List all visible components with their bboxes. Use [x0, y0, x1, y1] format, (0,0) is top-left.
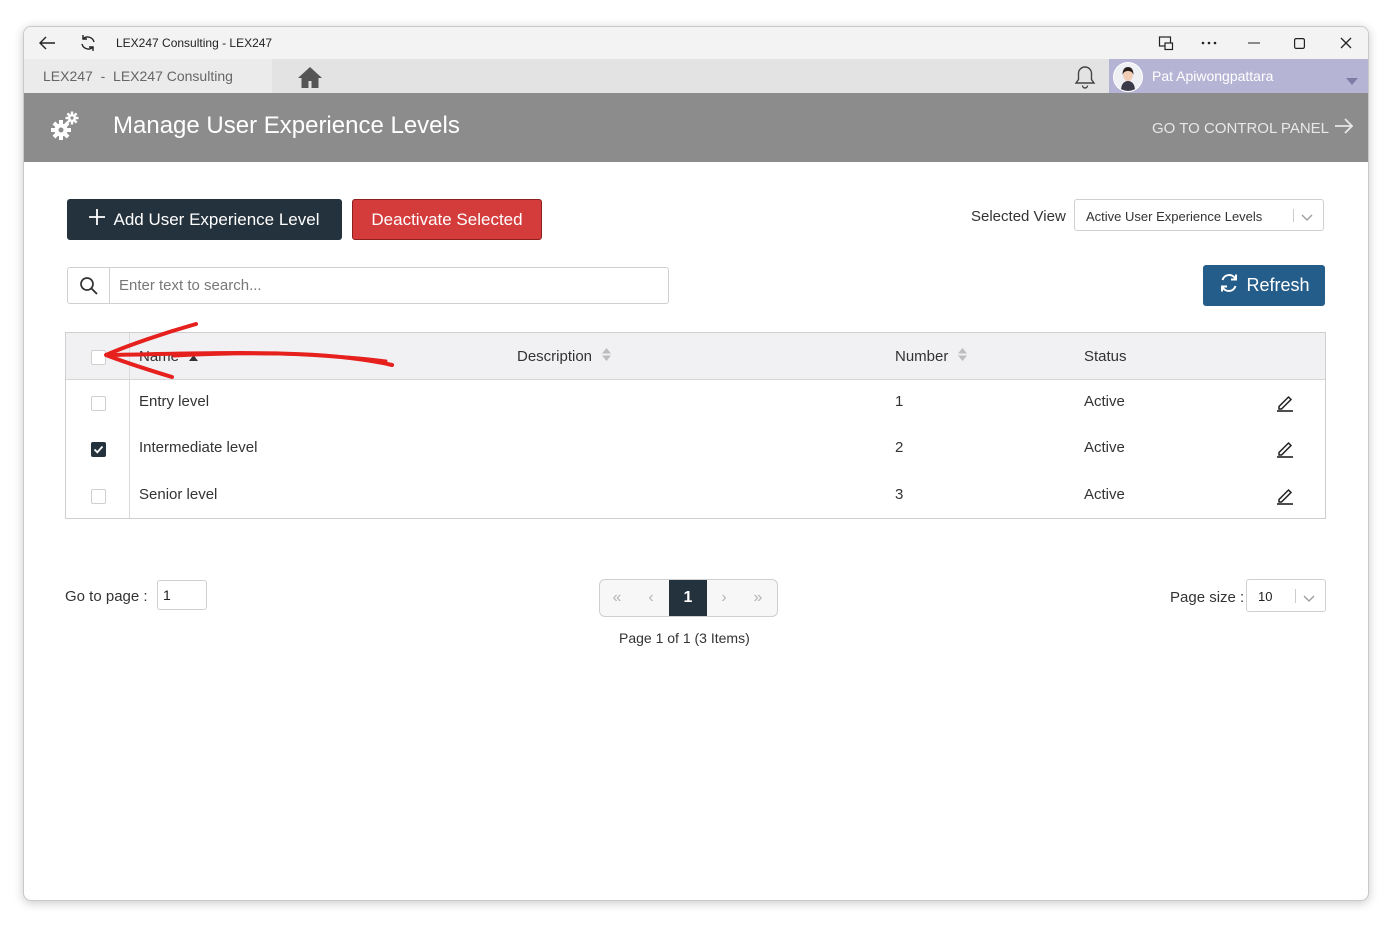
avatar[interactable]	[1113, 62, 1143, 92]
refresh-icon[interactable]	[77, 33, 99, 53]
close-icon[interactable]	[1335, 33, 1357, 53]
page-header: Manage User Experience Levels GO TO CONT…	[24, 93, 1368, 162]
search-box	[67, 267, 669, 304]
title-bar: LEX247 Consulting - LEX247	[24, 27, 1368, 59]
window-title: LEX247 Consulting - LEX247	[116, 36, 273, 50]
more-icon[interactable]	[1198, 33, 1220, 53]
row-checkbox[interactable]	[91, 489, 106, 504]
arrow-right-icon	[1334, 117, 1354, 139]
cell-status: Active	[1084, 393, 1125, 410]
minimize-icon[interactable]	[1243, 33, 1265, 53]
last-page-icon[interactable]: »	[741, 580, 775, 616]
deactivate-selected-button[interactable]: Deactivate Selected	[352, 199, 542, 240]
column-description-label: Description	[517, 348, 593, 365]
control-panel-label: GO TO CONTROL PANEL	[1152, 119, 1329, 137]
column-header-description[interactable]: Description	[517, 348, 612, 365]
column-status-label: Status	[1084, 348, 1127, 365]
selected-view-select[interactable]: Active User Experience Levels	[1074, 199, 1324, 231]
select-all-checkbox[interactable]	[91, 350, 106, 365]
plus-icon	[89, 209, 106, 230]
column-header-number[interactable]: Number	[895, 348, 968, 365]
user-menu[interactable]: Pat Apiwongpattara	[1109, 59, 1368, 93]
gears-icon	[50, 110, 80, 147]
caret-down-icon[interactable]	[1346, 72, 1358, 90]
search-input[interactable]	[110, 268, 666, 303]
back-arrow-icon[interactable]	[36, 33, 58, 53]
page-size-select[interactable]: 10	[1246, 579, 1326, 612]
refresh-button[interactable]: Refresh	[1203, 265, 1325, 306]
column-header-status[interactable]: Status	[1084, 348, 1127, 365]
next-page-icon[interactable]: ›	[707, 580, 741, 616]
chevron-down-icon	[1301, 210, 1313, 225]
refresh-button-label: Refresh	[1246, 275, 1310, 295]
bell-icon[interactable]	[1073, 64, 1097, 95]
maximize-icon[interactable]	[1288, 33, 1310, 53]
page-size-label: Page size :	[1170, 589, 1245, 606]
row-checkbox[interactable]	[91, 442, 106, 457]
edit-pencil-icon[interactable]	[1275, 392, 1295, 417]
app-bar: LEX247 - LEX247 Consulting Pat Apiwongpa…	[24, 59, 1368, 93]
cell-number: 2	[895, 439, 904, 456]
first-page-icon[interactable]: «	[600, 580, 634, 616]
chevron-down-icon	[1303, 591, 1315, 606]
table-row[interactable]: Senior level 3 Active	[66, 473, 1325, 519]
breadcrumb[interactable]: LEX247 - LEX247 Consulting	[24, 59, 272, 93]
browser-window: LEX247 Consulting - LEX247 LEX247 - LEX2…	[23, 26, 1369, 901]
table-header: Name Description Number Status	[66, 333, 1325, 380]
selected-view-label: Selected View	[971, 208, 1066, 225]
add-user-experience-level-button[interactable]: Add User Experience Level	[67, 199, 342, 240]
column-header-name[interactable]: Name	[139, 348, 199, 365]
refresh-icon	[1218, 272, 1240, 299]
search-icon	[68, 268, 110, 303]
add-button-label: Add User Experience Level	[113, 209, 320, 229]
pagination: « ‹ 1 › »	[599, 579, 778, 617]
levels-table: Name Description Number Status Entry lev…	[65, 332, 1326, 519]
go-to-page-label: Go to page :	[65, 588, 148, 605]
page-button-current[interactable]: 1	[669, 580, 707, 616]
cell-number: 1	[895, 393, 904, 410]
select-divider	[1295, 589, 1296, 603]
prev-page-icon[interactable]: ‹	[634, 580, 668, 616]
row-checkbox[interactable]	[91, 396, 106, 411]
cell-status: Active	[1084, 439, 1125, 456]
sort-asc-icon	[189, 348, 199, 365]
go-to-page-input[interactable]: 1	[157, 580, 207, 610]
select-divider	[1293, 209, 1294, 222]
selected-view-value: Active User Experience Levels	[1086, 209, 1263, 224]
column-number-label: Number	[895, 348, 949, 365]
cell-name: Senior level	[139, 486, 218, 503]
table-row[interactable]: Intermediate level 2 Active	[66, 426, 1325, 472]
page-title: Manage User Experience Levels	[113, 112, 460, 139]
table-row[interactable]: Entry level 1 Active	[66, 380, 1325, 426]
cell-name: Entry level	[139, 393, 210, 410]
sort-icon	[958, 348, 968, 365]
cell-name: Intermediate level	[139, 439, 258, 456]
page-size-value: 10	[1258, 589, 1273, 604]
edit-pencil-icon[interactable]	[1275, 485, 1295, 510]
edit-pencil-icon[interactable]	[1275, 438, 1295, 463]
column-name-label: Name	[139, 348, 180, 365]
home-icon[interactable]	[296, 64, 324, 90]
cast-icon[interactable]	[1155, 33, 1177, 53]
user-name[interactable]: Pat Apiwongpattara	[1152, 68, 1273, 84]
page-info: Page 1 of 1 (3 Items)	[619, 630, 750, 646]
cell-number: 3	[895, 486, 904, 503]
go-to-control-panel-link[interactable]: GO TO CONTROL PANEL	[1152, 117, 1354, 139]
sort-icon	[602, 348, 612, 365]
cell-status: Active	[1084, 486, 1125, 503]
